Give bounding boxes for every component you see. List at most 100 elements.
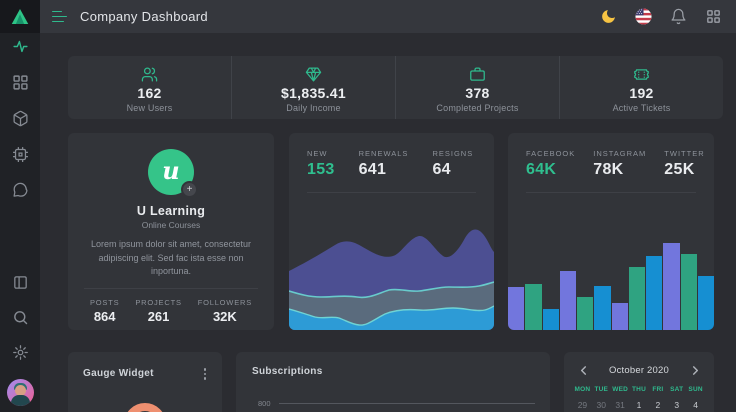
stat-new-users: 162 New Users	[68, 56, 231, 119]
stat-renewals: RENEWALS 641	[359, 149, 409, 179]
calendar-day-name: TUE	[592, 386, 611, 393]
calendar-date[interactable]: 4	[686, 400, 705, 410]
stat-value: 162	[137, 85, 161, 101]
stat-daily-income: $1,835.41 Daily Income	[231, 56, 395, 119]
chevron-left-icon	[579, 366, 588, 375]
app-logo[interactable]	[0, 0, 40, 33]
sidebar-bottom-nav	[0, 274, 40, 406]
layout-panel-icon	[12, 274, 29, 291]
profile-stat-posts: POSTS 864	[90, 298, 119, 324]
gauge-title: Gauge Widget	[83, 368, 154, 379]
language-selector[interactable]	[634, 8, 652, 26]
stat-new: NEW 153	[307, 149, 335, 179]
ticket-icon	[633, 66, 650, 83]
notifications-button[interactable]	[669, 8, 687, 26]
users-icon	[141, 66, 158, 83]
bar	[646, 256, 662, 330]
bar	[594, 286, 610, 330]
sidebar-item-system[interactable]	[12, 146, 29, 163]
stat-label: Daily Income	[286, 103, 340, 113]
dashboard-grid-icon	[12, 74, 29, 91]
gauge-arc	[124, 403, 166, 412]
calendar-date[interactable]: 30	[592, 400, 611, 410]
calendar-day-name: THU	[630, 386, 649, 393]
kebab-menu-button[interactable]	[202, 366, 209, 382]
stat-value: 641	[359, 161, 409, 179]
stat-facebook: FACEBOOK 64K	[526, 149, 575, 179]
calendar-date[interactable]: 2	[648, 400, 667, 410]
stat-value: 25K	[664, 161, 704, 179]
sidebar-item-products[interactable]	[12, 110, 29, 127]
memberships-card: NEW 153 RENEWALS 641 RESIGNS 64	[289, 133, 494, 330]
bar	[560, 271, 576, 330]
bar	[698, 276, 714, 330]
company-dashboard-app: Company Dashboard	[0, 0, 736, 412]
bar	[681, 254, 697, 330]
calendar-day-name: WED	[611, 386, 630, 393]
apps-menu-button[interactable]	[704, 8, 722, 26]
calendar-prev-button[interactable]	[577, 364, 589, 376]
profile-name: U Learning	[137, 204, 205, 218]
stat-completed-projects: 378 Completed Projects	[395, 56, 559, 119]
add-follow-button[interactable]: +	[181, 181, 198, 198]
stat-label: Active Tickets	[613, 103, 671, 113]
user-avatar[interactable]	[7, 379, 34, 406]
sidebar-item-dashboard[interactable]	[12, 74, 29, 91]
stat-value: 378	[465, 85, 489, 101]
kpi-stats-card: 162 New Users $1,835.41 Daily Income 378…	[68, 56, 723, 119]
dark-mode-toggle[interactable]	[599, 8, 617, 26]
sidebar-item-settings[interactable]	[12, 344, 29, 361]
stat-instagram: INSTAGRAM 78K	[593, 149, 646, 179]
profile-stat-followers: FOLLOWERS 32K	[198, 298, 252, 324]
stat-label: FOLLOWERS	[198, 298, 252, 307]
gridline	[279, 403, 535, 404]
bar	[543, 309, 559, 330]
profile-stats: POSTS 864 PROJECTS 261 FOLLOWERS 32K	[68, 289, 274, 324]
subscriptions-title: Subscriptions	[252, 366, 323, 377]
calendar-card: October 2020 MONTUEWEDTHUFRISATSUN293031…	[564, 352, 714, 412]
menu-toggle-button[interactable]	[52, 11, 68, 23]
calendar-day-name: SAT	[667, 386, 686, 393]
sidebar-nav	[0, 38, 40, 199]
stat-active-tickets: 192 Active Tickets	[559, 56, 723, 119]
sidebar-item-layout[interactable]	[12, 274, 29, 291]
stat-resigns: RESIGNS 64	[432, 149, 473, 179]
triangle-logo-icon	[11, 8, 29, 25]
search-icon	[12, 309, 29, 326]
stat-value: 153	[307, 161, 335, 179]
bell-icon	[670, 8, 687, 25]
bar	[663, 243, 679, 330]
calendar-date[interactable]: 31	[611, 400, 630, 410]
divider	[307, 192, 476, 193]
calendar-grid: MONTUEWEDTHUFRISATSUN2930311234	[564, 386, 714, 410]
chevron-right-icon	[691, 366, 700, 375]
avatar-body	[11, 395, 30, 406]
divider	[526, 192, 696, 193]
calendar-date[interactable]: 29	[573, 400, 592, 410]
top-header: Company Dashboard	[40, 0, 736, 33]
stat-twitter: TWITTER 25K	[664, 149, 704, 179]
calendar-date[interactable]: 1	[630, 400, 649, 410]
social-bar-chart	[508, 235, 714, 330]
header-actions	[599, 8, 722, 26]
calendar-month-label: October 2020	[609, 365, 669, 376]
stat-label: NEW	[307, 149, 335, 158]
stat-value: 864	[90, 309, 119, 324]
cpu-icon	[12, 146, 29, 163]
bar	[629, 267, 645, 330]
stat-label: RENEWALS	[359, 149, 409, 158]
stat-value: 261	[135, 309, 181, 324]
calendar-date[interactable]: 3	[667, 400, 686, 410]
sidebar-item-messages[interactable]	[12, 182, 29, 199]
stat-value: 64K	[526, 161, 575, 179]
sidebar-item-search[interactable]	[12, 309, 29, 326]
moon-icon	[600, 8, 617, 25]
bar	[525, 284, 541, 330]
calendar-day-name: SUN	[686, 386, 705, 393]
profile-bio: Lorem ipsum dolor sit amet, consectetur …	[68, 238, 274, 279]
calendar-next-button[interactable]	[689, 364, 701, 376]
calendar-day-name: FRI	[648, 386, 667, 393]
sidebar-item-activity[interactable]	[12, 38, 29, 55]
stat-value: 192	[629, 85, 653, 101]
stat-value: 64	[432, 161, 473, 179]
